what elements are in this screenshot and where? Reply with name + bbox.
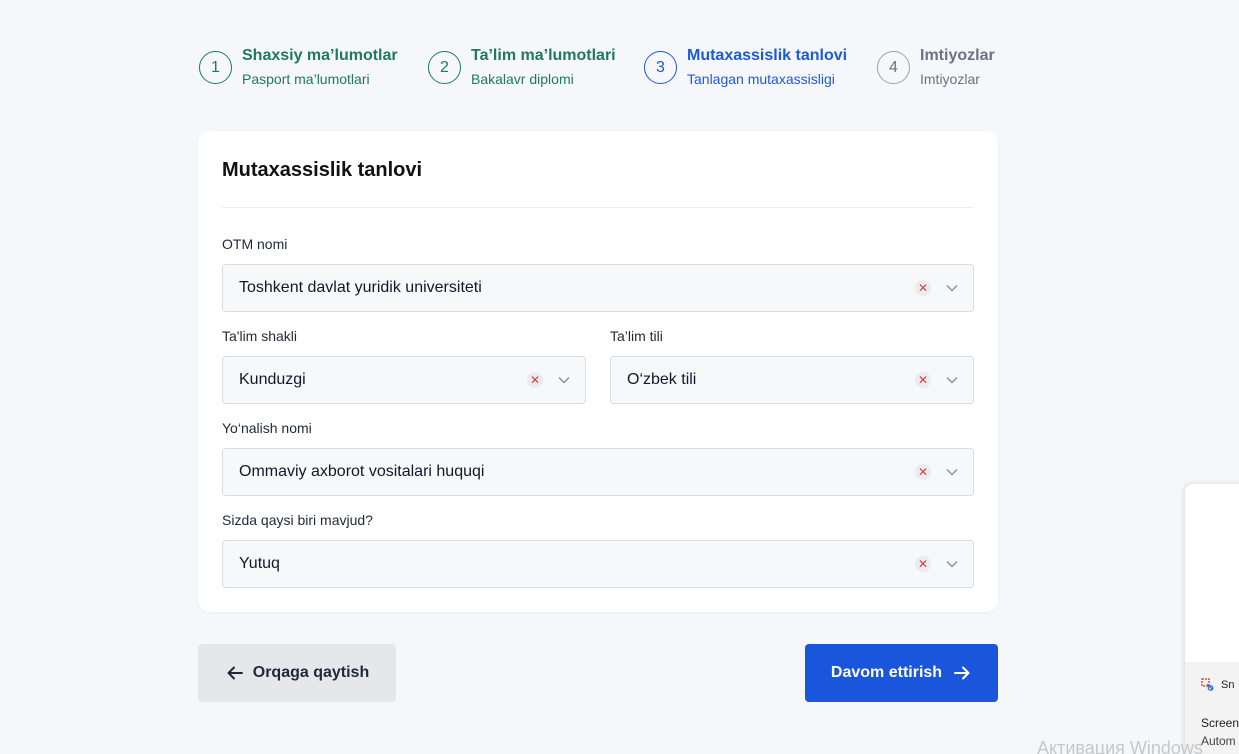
otm-label: OTM nomi bbox=[222, 236, 288, 252]
yonalish-select[interactable]: Ommaviy axborot vositalari huquqi ✕ bbox=[222, 448, 974, 496]
clear-icon[interactable]: ✕ bbox=[527, 372, 543, 388]
continue-button[interactable]: Davom ettirish bbox=[805, 644, 998, 702]
windows-activation-watermark: Активация Windows bbox=[1037, 738, 1203, 754]
continue-button-label: Davom ettirish bbox=[830, 664, 943, 681]
step-number-4: 4 bbox=[877, 51, 910, 84]
mavjud-select[interactable]: Yutuq ✕ bbox=[222, 540, 974, 588]
chevron-down-icon[interactable] bbox=[945, 373, 959, 387]
talim-tili-value: O‘zbek tili bbox=[627, 371, 697, 388]
clear-icon[interactable]: ✕ bbox=[915, 464, 931, 480]
step-subtitle: Tanlagan mutaxassisligi bbox=[687, 71, 835, 87]
specialty-form-card: Mutaxassislik tanlovi OTM nomi Toshkent … bbox=[198, 131, 998, 612]
popup-preview bbox=[1185, 484, 1239, 662]
step-shaxsiy[interactable]: 1 Shaxsiy ma’lumotlar Pasport ma’lumotla… bbox=[199, 46, 398, 89]
chevron-down-icon[interactable] bbox=[945, 281, 959, 295]
card-title: Mutaxassislik tanlovi bbox=[222, 159, 423, 181]
talim-tili-label: Ta’lim tili bbox=[610, 328, 663, 344]
otm-value: Toshkent davlat yuridik universiteti bbox=[239, 279, 482, 296]
mavjud-label: Sizda qaysi biri mavjud? bbox=[222, 512, 373, 528]
system-popup[interactable]: Sn Screen Autom bbox=[1185, 484, 1239, 754]
chevron-down-icon[interactable] bbox=[557, 373, 571, 387]
step-mutaxassislik[interactable]: 3 Mutaxassislik tanlovi Tanlagan mutaxas… bbox=[644, 46, 847, 89]
step-number-3: 3 bbox=[644, 51, 677, 84]
popup-line-2: Autom bbox=[1201, 734, 1236, 748]
step-subtitle: Pasport ma’lumotlari bbox=[242, 71, 370, 87]
chevron-down-icon[interactable] bbox=[945, 465, 959, 479]
popup-app-row[interactable]: Sn bbox=[1201, 678, 1234, 692]
step-subtitle: Bakalavr diplomi bbox=[471, 71, 574, 87]
clear-icon[interactable]: ✕ bbox=[915, 372, 931, 388]
step-subtitle: Imtiyozlar bbox=[920, 71, 980, 87]
talim-shakli-value: Kunduzgi bbox=[239, 371, 306, 388]
arrow-left-icon bbox=[225, 663, 245, 683]
step-title: Ta’lim ma’lumotlari bbox=[471, 47, 616, 64]
chevron-down-icon[interactable] bbox=[945, 557, 959, 571]
talim-shakli-select[interactable]: Kunduzgi ✕ bbox=[222, 356, 586, 404]
step-talim[interactable]: 2 Ta’lim ma’lumotlari Bakalavr diplomi bbox=[428, 46, 616, 89]
clear-icon[interactable]: ✕ bbox=[915, 280, 931, 296]
step-imtiyozlar[interactable]: 4 Imtiyozlar Imtiyozlar bbox=[877, 46, 995, 89]
back-button[interactable]: Orqaga qaytish bbox=[198, 644, 396, 702]
otm-select[interactable]: Toshkent davlat yuridik universiteti ✕ bbox=[222, 264, 974, 312]
arrow-right-icon bbox=[952, 663, 972, 683]
step-number-2: 2 bbox=[428, 51, 461, 84]
step-title: Shaxsiy ma’lumotlar bbox=[242, 47, 398, 64]
snipping-tool-icon bbox=[1201, 678, 1215, 692]
step-title: Mutaxassislik tanlovi bbox=[687, 47, 848, 64]
popup-app-label: Sn bbox=[1221, 679, 1235, 691]
divider bbox=[222, 207, 974, 208]
yonalish-value: Ommaviy axborot vositalari huquqi bbox=[239, 463, 485, 480]
yonalish-label: Yo‘nalish nomi bbox=[222, 420, 312, 436]
stepper: 1 Shaxsiy ma’lumotlar Pasport ma’lumotla… bbox=[199, 46, 999, 90]
clear-icon[interactable]: ✕ bbox=[915, 556, 931, 572]
talim-tili-select[interactable]: O‘zbek tili ✕ bbox=[610, 356, 974, 404]
popup-line-1: Screen bbox=[1201, 716, 1239, 730]
step-title: Imtiyozlar bbox=[920, 47, 995, 64]
back-button-label: Orqaga qaytish bbox=[252, 664, 370, 681]
step-number-1: 1 bbox=[199, 51, 232, 84]
talim-shakli-label: Ta'lim shakli bbox=[222, 328, 298, 344]
mavjud-value: Yutuq bbox=[239, 555, 280, 572]
